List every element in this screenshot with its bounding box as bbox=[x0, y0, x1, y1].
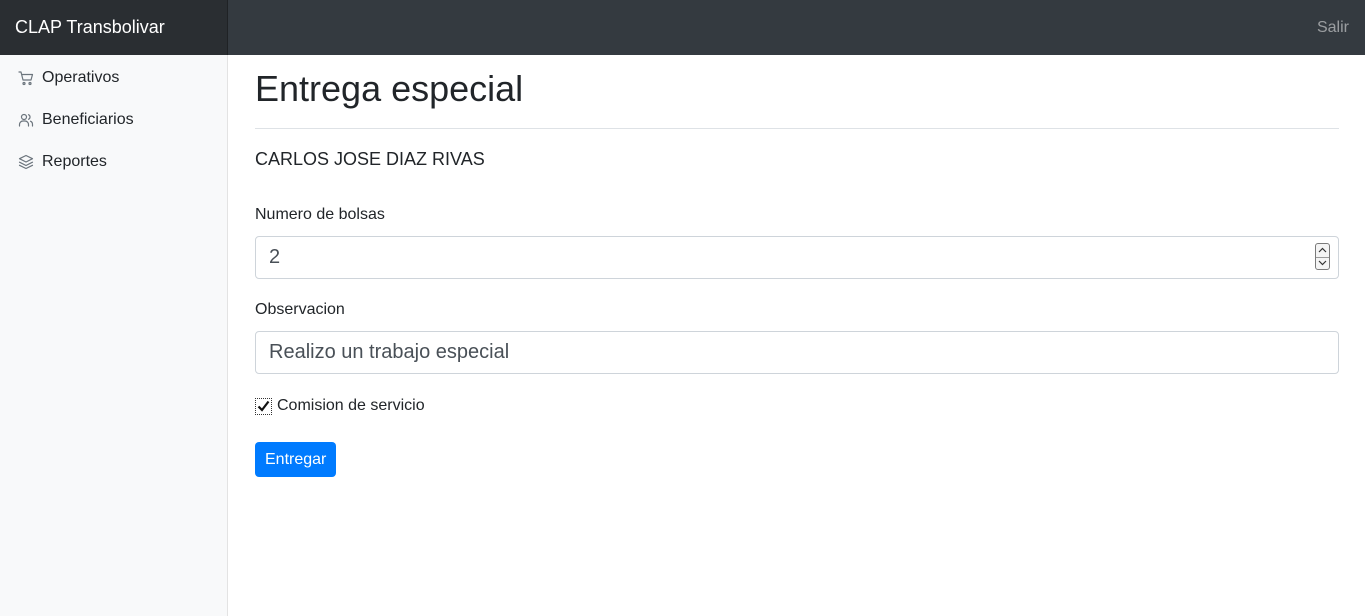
sidebar-item-operativos[interactable]: Operativos bbox=[0, 57, 227, 99]
logout-link[interactable]: Salir bbox=[1317, 0, 1349, 55]
shopping-cart-icon bbox=[18, 70, 34, 86]
sidebar-item-beneficiarios[interactable]: Beneficiarios bbox=[0, 99, 227, 141]
observacion-input[interactable]: Realizo un trabajo especial bbox=[255, 331, 1339, 374]
sidebar: Operativos Beneficiarios Reportes bbox=[0, 55, 228, 616]
comision-checkbox[interactable] bbox=[255, 397, 272, 415]
decrement-arrow-icon[interactable] bbox=[1316, 256, 1329, 270]
main-content: Entrega especial CARLOS JOSE DIAZ RIVAS … bbox=[255, 55, 1339, 477]
top-navbar: CLAP Transbolivar Salir bbox=[0, 0, 1365, 55]
sidebar-item-label: Reportes bbox=[42, 153, 107, 170]
observacion-field-wrapper: Realizo un trabajo especial bbox=[255, 331, 1339, 374]
observacion-label: Observacion bbox=[255, 301, 345, 318]
sidebar-item-label: Operativos bbox=[42, 69, 120, 86]
layers-icon bbox=[18, 154, 34, 170]
page-title: Entrega especial bbox=[255, 68, 524, 109]
checkmark-icon bbox=[257, 400, 270, 412]
bolsas-label: Numero de bolsas bbox=[255, 206, 385, 223]
sidebar-item-label: Beneficiarios bbox=[42, 111, 134, 128]
comision-label[interactable]: Comision de servicio bbox=[277, 397, 425, 415]
brand-title[interactable]: CLAP Transbolivar bbox=[0, 0, 228, 55]
bolsas-field-wrapper: 2 bbox=[255, 236, 1339, 279]
number-spinner[interactable] bbox=[1315, 243, 1330, 270]
sidebar-item-reportes[interactable]: Reportes bbox=[0, 141, 227, 183]
comision-checkbox-row: Comision de servicio bbox=[255, 394, 1339, 418]
title-divider bbox=[255, 128, 1339, 129]
beneficiary-name: CARLOS JOSE DIAZ RIVAS bbox=[255, 149, 485, 169]
users-icon bbox=[18, 112, 34, 128]
entregar-button[interactable]: Entregar bbox=[255, 442, 337, 477]
increment-arrow-icon[interactable] bbox=[1316, 244, 1329, 257]
bolsas-number-input[interactable]: 2 bbox=[255, 236, 1339, 279]
